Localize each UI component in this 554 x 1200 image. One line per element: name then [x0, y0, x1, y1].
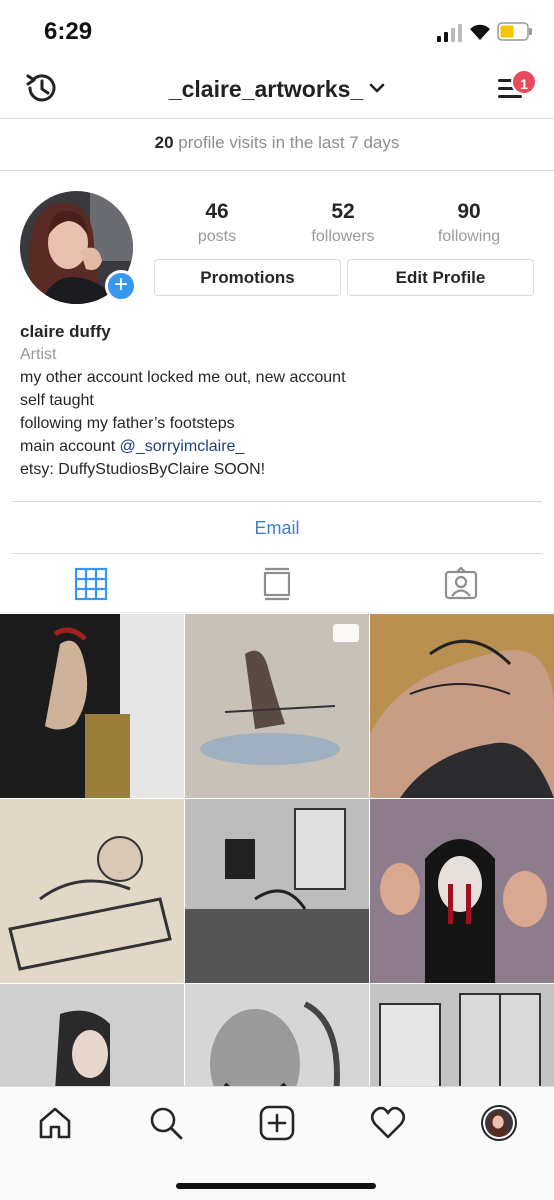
followers-count: 52 [331, 200, 355, 223]
home-icon[interactable] [37, 1105, 73, 1141]
email-button[interactable]: Email [12, 501, 542, 554]
wifi-icon [470, 24, 490, 40]
bio-line: self taught [20, 392, 94, 409]
post-thumbnail[interactable] [185, 799, 369, 983]
posts-label: posts [197, 228, 237, 245]
username-title: _claire_artworks_ [168, 76, 364, 102]
post-thumbnail[interactable] [0, 799, 184, 983]
profile-nav-bar: _claire_artworks_ 1 [0, 62, 554, 119]
post-thumbnail[interactable] [185, 614, 369, 798]
battery-icon [497, 22, 532, 41]
posts-count: 46 [205, 200, 229, 223]
mention-link[interactable]: @_sorryimclaire_ [120, 438, 245, 455]
promotions-button[interactable]: Promotions [154, 259, 341, 296]
chevron-down-icon [369, 83, 385, 93]
following-stat[interactable]: 90 following [414, 200, 524, 246]
post-thumbnail[interactable] [370, 799, 554, 983]
bio-line-main-account: main account @_sorryimclaire_ [20, 435, 540, 458]
signal-icon [437, 24, 462, 42]
tagged-icon[interactable] [444, 567, 478, 601]
photo-grid [0, 614, 554, 1086]
status-bar: 6:29 [0, 0, 554, 62]
profile-category: Artist [20, 346, 57, 363]
bio-line: following my father’s footsteps [20, 415, 235, 432]
post-thumbnail[interactable] [370, 984, 554, 1086]
profile-visits-banner[interactable]: 20 profile visits in the last 7 days [0, 120, 554, 171]
followers-label: followers [311, 228, 375, 245]
profile-tabs [0, 555, 554, 613]
heart-icon[interactable] [370, 1105, 406, 1141]
following-count: 90 [457, 200, 481, 223]
status-time: 6:29 [44, 18, 93, 45]
notification-badge: 1 [511, 69, 537, 95]
feed-icon[interactable] [260, 567, 294, 601]
profile-bio: claire duffy Artist my other account loc… [20, 320, 540, 481]
following-label: following [437, 228, 501, 245]
followers-stat[interactable]: 52 followers [288, 200, 398, 246]
search-icon[interactable] [148, 1105, 184, 1141]
profile-name: claire duffy [20, 322, 111, 341]
profile-tab-avatar[interactable] [481, 1105, 517, 1141]
visits-text: profile visits in the last 7 days [173, 133, 400, 152]
account-switcher[interactable]: _claire_artworks_ [0, 76, 554, 103]
new-post-icon[interactable] [259, 1105, 295, 1141]
edit-profile-button[interactable]: Edit Profile [347, 259, 534, 296]
bottom-nav-bar [0, 1086, 554, 1200]
visits-count: 20 [154, 133, 174, 152]
home-indicator [176, 1183, 376, 1189]
post-thumbnail[interactable] [0, 614, 184, 798]
bio-line: etsy: DuffyStudiosByClaire SOON! [20, 461, 266, 478]
grid-icon[interactable] [74, 567, 108, 601]
bio-line-prefix: main account [20, 438, 120, 455]
posts-stat[interactable]: 46 posts [162, 200, 272, 246]
post-thumbnail[interactable] [370, 614, 554, 798]
add-story-button[interactable]: + [105, 270, 137, 302]
bio-line: my other account locked me out, new acco… [20, 369, 346, 386]
post-thumbnail[interactable] [185, 984, 369, 1086]
post-thumbnail[interactable] [0, 984, 184, 1086]
